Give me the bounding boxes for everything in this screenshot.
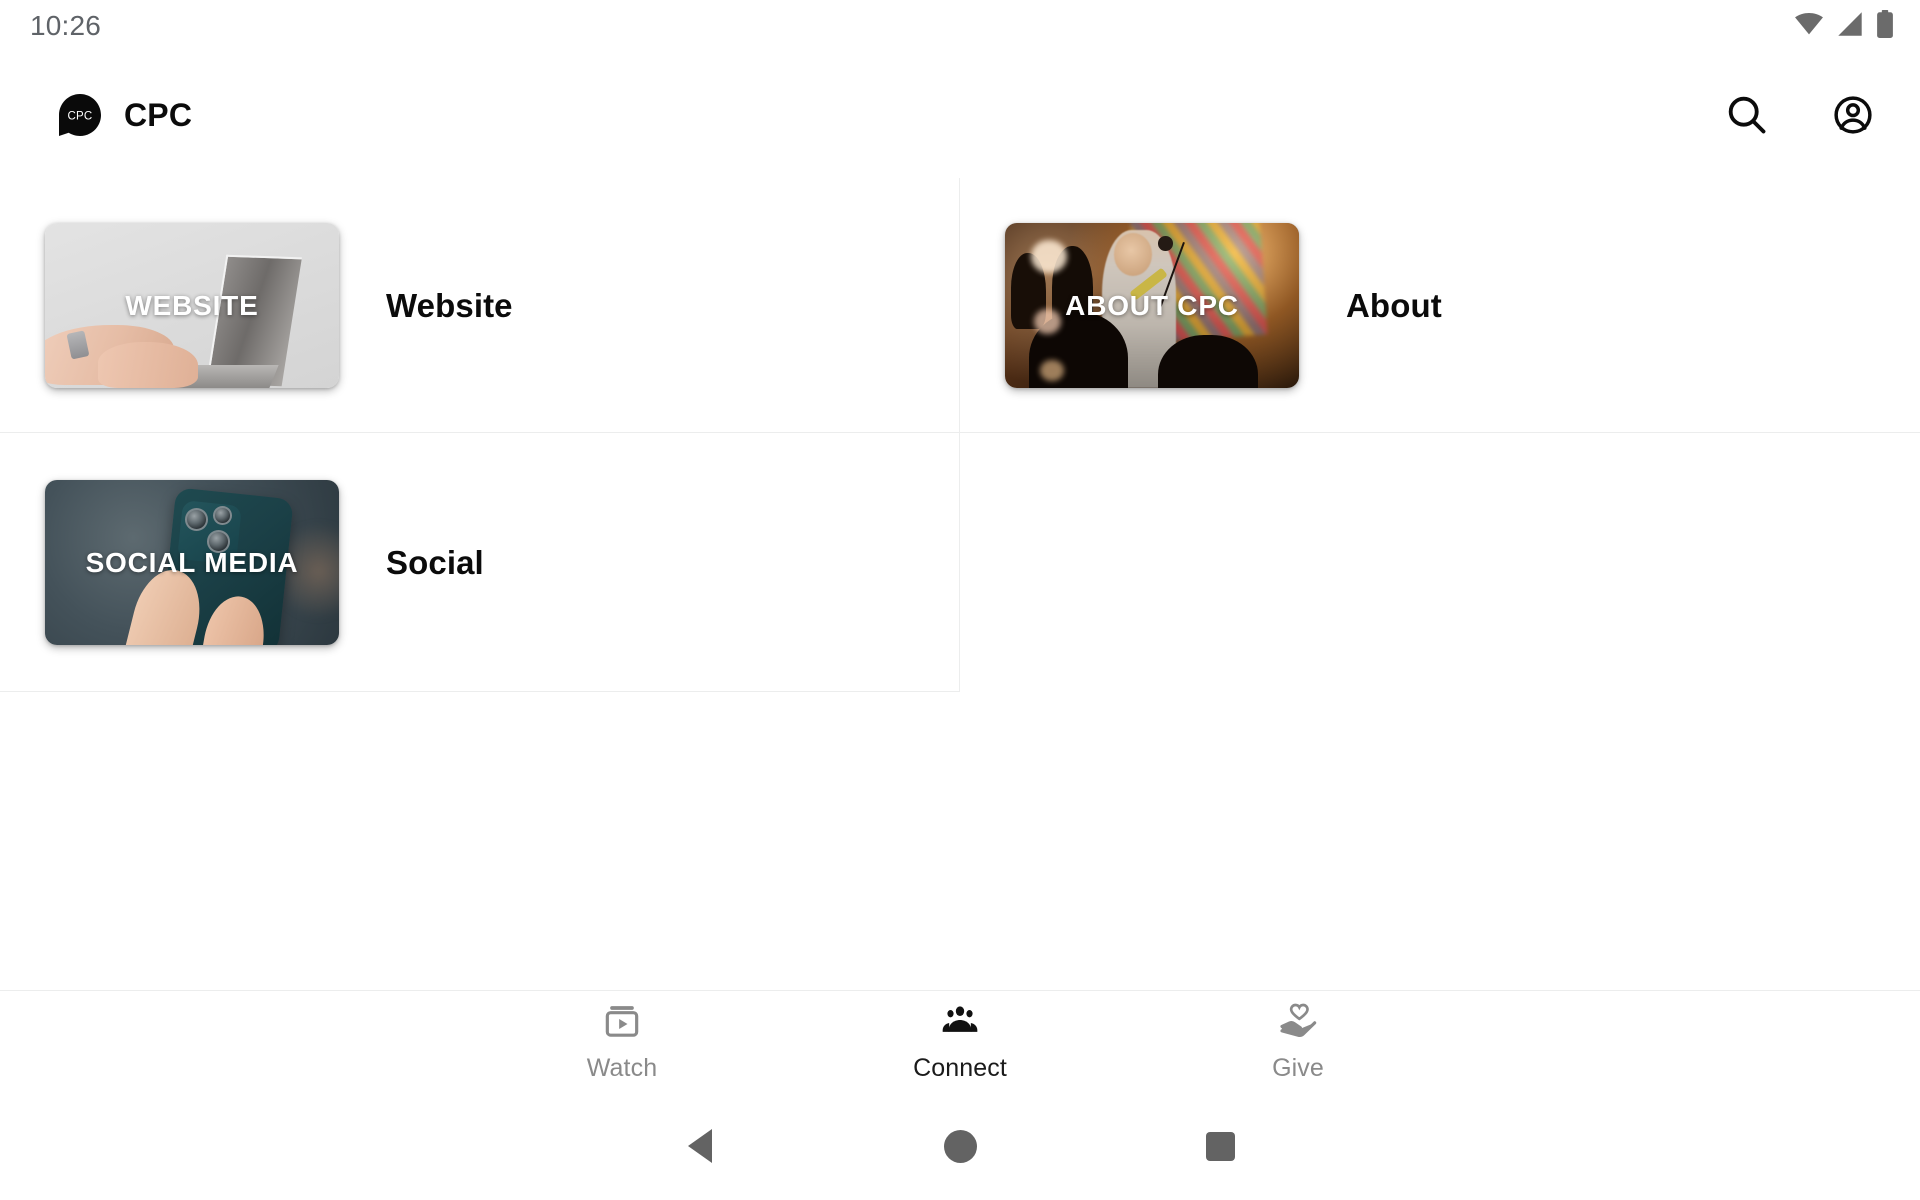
svg-text:CPC: CPC xyxy=(68,111,93,123)
status-icons xyxy=(1794,9,1894,43)
status-time: 10:26 xyxy=(30,10,102,41)
tile-website[interactable]: WEBSITE xyxy=(45,223,339,388)
system-home-button[interactable] xyxy=(830,1092,1090,1200)
connect-grid-left: WEBSITE Website SOCIAL MEDIA Social xyxy=(0,178,1920,692)
grid-cell-website[interactable]: WEBSITE Website xyxy=(0,178,1920,433)
nav-item-connect[interactable]: Connect xyxy=(791,1001,1129,1083)
status-bar: 10:26 xyxy=(0,0,1920,52)
grid-title-about: About xyxy=(1346,286,1442,324)
bottom-navigation: Watch Connect Give xyxy=(0,990,1920,1092)
account-circle-icon[interactable] xyxy=(1826,88,1880,142)
brand[interactable]: CPC CPC xyxy=(58,93,192,137)
back-triangle-icon xyxy=(688,1129,712,1163)
wifi-icon xyxy=(1794,12,1824,40)
grid-cell-about[interactable]: ABOUT CPC About xyxy=(960,178,1920,433)
cellular-signal-icon xyxy=(1837,11,1863,41)
battery-icon xyxy=(1876,9,1894,43)
system-recents-button[interactable] xyxy=(1090,1092,1350,1200)
search-icon[interactable] xyxy=(1720,88,1774,142)
tile-label-website: WEBSITE xyxy=(125,289,259,321)
tile-about[interactable]: ABOUT CPC xyxy=(1005,223,1299,388)
nav-label-connect: Connect xyxy=(913,1053,1007,1082)
grid-title-website: Website xyxy=(386,286,513,324)
hand-heart-icon xyxy=(1278,1001,1318,1046)
grid-title-social: Social xyxy=(386,543,484,581)
tile-label-social: SOCIAL MEDIA xyxy=(85,546,299,578)
nav-label-give: Give xyxy=(1272,1053,1324,1082)
app-screen: 10:26 CPC CPC WEBSITE Website SOCIAL MED… xyxy=(0,0,1920,1200)
tile-social[interactable]: SOCIAL MEDIA xyxy=(45,480,339,645)
recents-square-icon xyxy=(1205,1131,1235,1161)
system-navigation-bar xyxy=(0,1092,1920,1200)
nav-item-give[interactable]: Give xyxy=(1129,1001,1467,1083)
app-title: CPC xyxy=(124,96,193,133)
nav-label-watch: Watch xyxy=(586,1053,658,1082)
system-back-button[interactable] xyxy=(570,1092,830,1200)
tile-label-about: ABOUT CPC xyxy=(1065,289,1239,321)
home-circle-icon xyxy=(943,1129,977,1163)
cpc-speech-bubble-logo-icon: CPC xyxy=(58,93,102,137)
connect-grid-right: ABOUT CPC About xyxy=(960,178,1920,433)
app-bar: CPC CPC xyxy=(0,52,1920,178)
nav-item-watch[interactable]: Watch xyxy=(453,1001,791,1083)
video-library-icon xyxy=(602,1001,642,1046)
grid-cell-social[interactable]: SOCIAL MEDIA Social xyxy=(0,433,960,692)
app-bar-actions xyxy=(1720,88,1880,142)
people-group-icon xyxy=(940,1001,980,1046)
